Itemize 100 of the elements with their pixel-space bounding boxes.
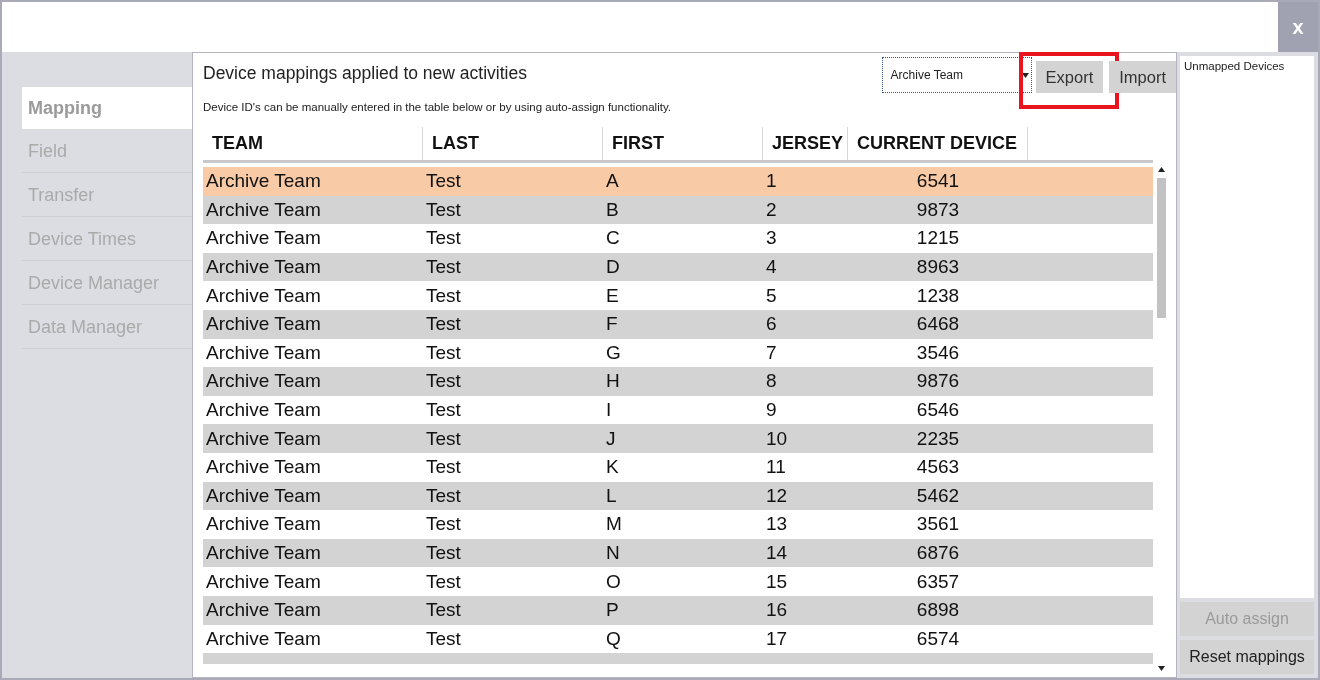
table-cell-text: 6574 (915, 626, 961, 651)
table-cell-text: Test (425, 398, 462, 423)
table-cell-text: 3546 (915, 340, 961, 365)
table-cell-text: 6357 (915, 569, 961, 594)
table-cell-text: E (605, 283, 620, 308)
table-cell-text: K (605, 455, 620, 480)
table-cell-text: Archive Team (205, 398, 322, 423)
table-cell-text: 6546 (915, 398, 961, 423)
column-header: CURRENT DEVICE (848, 127, 1028, 160)
table-cell-text: Test (425, 312, 462, 337)
table-cell-text: 4 (765, 255, 778, 280)
table-cell-text: Archive Team (205, 541, 322, 565)
column-header: JERSEY (763, 127, 848, 160)
table-cell-text: F (605, 312, 619, 337)
scroll-up-icon[interactable] (1157, 167, 1165, 172)
table-cell-text: Test (425, 483, 462, 508)
table-row[interactable]: Archive Team Test N 14 6876 (203, 538, 1153, 568)
table-cell-text: 1 (765, 169, 778, 194)
table-cell-text: J (605, 426, 617, 451)
table-cell-text: Test (425, 369, 462, 394)
table-row[interactable]: Archive Team Test A 1 6541 (203, 167, 1153, 196)
table-cell-text: D (605, 255, 621, 280)
table-row[interactable]: Archive Team Test P 16 6898 (203, 595, 1153, 625)
table-cell-text: Archive Team (205, 369, 322, 394)
table-cell-text: Test (425, 569, 462, 594)
table-cell-text: 7 (765, 340, 778, 365)
column-header: LAST (423, 127, 603, 160)
table-cell-text: 3561 (915, 512, 961, 537)
table-cell-text: Archive Team (205, 426, 322, 451)
table-cell-text: Test (425, 169, 462, 194)
table-row[interactable]: Archive Team Test F 6 6468 (203, 309, 1153, 339)
export-button[interactable]: Export (1035, 61, 1104, 93)
table-cell-text: 2235 (915, 426, 961, 451)
table-cell-text: Archive Team (205, 226, 322, 251)
table-cell-text: 13 (765, 512, 789, 537)
table-cell-text: Archive Team (205, 483, 322, 508)
table-cell-text: Archive Team (205, 455, 322, 480)
table-cell-text: Test (425, 197, 462, 222)
table-cell-text: Archive Team (205, 255, 322, 280)
table-cell-text: 5462 (915, 483, 961, 508)
table-row[interactable]: Archive Team Test H 8 9876 (203, 367, 1153, 396)
scroll-down-icon[interactable] (1157, 666, 1165, 671)
table-row[interactable]: Archive Team Test B 2 9873 (203, 195, 1153, 225)
panel-title: Device mappings applied to new activities (203, 63, 528, 84)
table-cell-text: Archive Team (205, 512, 322, 537)
table-cell-text: Test (425, 455, 462, 480)
table-cell-text: G (605, 340, 622, 365)
table-cell-text: 4563 (915, 455, 961, 480)
import-button[interactable]: Import (1109, 61, 1176, 93)
table-cell-text: 6541 (915, 169, 961, 194)
team-dropdown[interactable]: Archive Team (881, 57, 1032, 93)
table-cell-text: 14 (765, 541, 789, 565)
table-cell-text: Archive Team (205, 283, 322, 308)
table-cell-text: 6876 (915, 541, 961, 565)
table-cell-text: Archive Team (205, 169, 322, 194)
table-cell-text: 1215 (915, 226, 961, 251)
scrollbar-thumb[interactable] (1156, 178, 1166, 318)
table-cell-text: Q (605, 626, 622, 651)
table-row[interactable]: Archive Team Test L 12 5462 (203, 481, 1153, 511)
table-cell-text: M (605, 512, 623, 537)
table-cell-text: H (605, 369, 621, 394)
caret-icon (1021, 73, 1029, 78)
table-cell-text: 11 (765, 455, 787, 480)
table-cell-text: L (605, 483, 618, 508)
reset-mappings-button[interactable]: Reset mappings (1180, 640, 1314, 674)
table-cell-text: 17 (765, 626, 789, 651)
table-cell-text: Test (425, 255, 462, 280)
table-cell-text: Archive Team (205, 569, 322, 594)
column-header: TEAM (203, 127, 423, 160)
table-cell-text: Archive Team (205, 626, 322, 651)
table-cell-text: P (605, 598, 620, 623)
table-cell-text: 9876 (915, 369, 961, 394)
table-cell-text: 6 (765, 312, 778, 337)
table-cell-text: 1238 (915, 283, 961, 308)
column-header: FIRST (603, 127, 763, 160)
table-cell-text: Archive Team (205, 340, 322, 365)
table-row[interactable]: Archive Team Test J 10 2235 (203, 424, 1153, 453)
table-cell-text: Archive Team (205, 312, 322, 337)
instructions-text: Device ID's can be manually entered in the table below or by using auto-assign functionality. (203, 101, 672, 113)
table-cell-text: 3 (765, 226, 778, 251)
table-cell-text: I (605, 398, 613, 423)
table-cell-text: Test (425, 340, 462, 365)
table-cell-text: 9873 (915, 197, 961, 222)
table-cell-text: 6898 (915, 598, 961, 623)
table-row[interactable]: Archive Team Test D 4 8963 (203, 252, 1153, 282)
table-cell-text: Archive Team (205, 598, 322, 623)
table-cell-text: Test (425, 512, 462, 537)
table-cell-text: O (605, 569, 622, 594)
table-cell-text: 2 (765, 197, 778, 222)
table-cell-text: 10 (765, 426, 789, 451)
table-cell-text: C (605, 226, 621, 251)
table-cell-text: N (605, 541, 621, 565)
table-cell-text: Test (425, 598, 462, 623)
table-cell-text: B (605, 197, 620, 222)
table-cell-text: 9 (765, 398, 778, 423)
table-cell-text: 6468 (915, 312, 961, 337)
table-cell-text: Test (425, 283, 462, 308)
table-cell-text: Archive Team (205, 197, 322, 222)
table-cell-text: Test (425, 226, 462, 251)
table-cell-text: Test (425, 541, 462, 565)
